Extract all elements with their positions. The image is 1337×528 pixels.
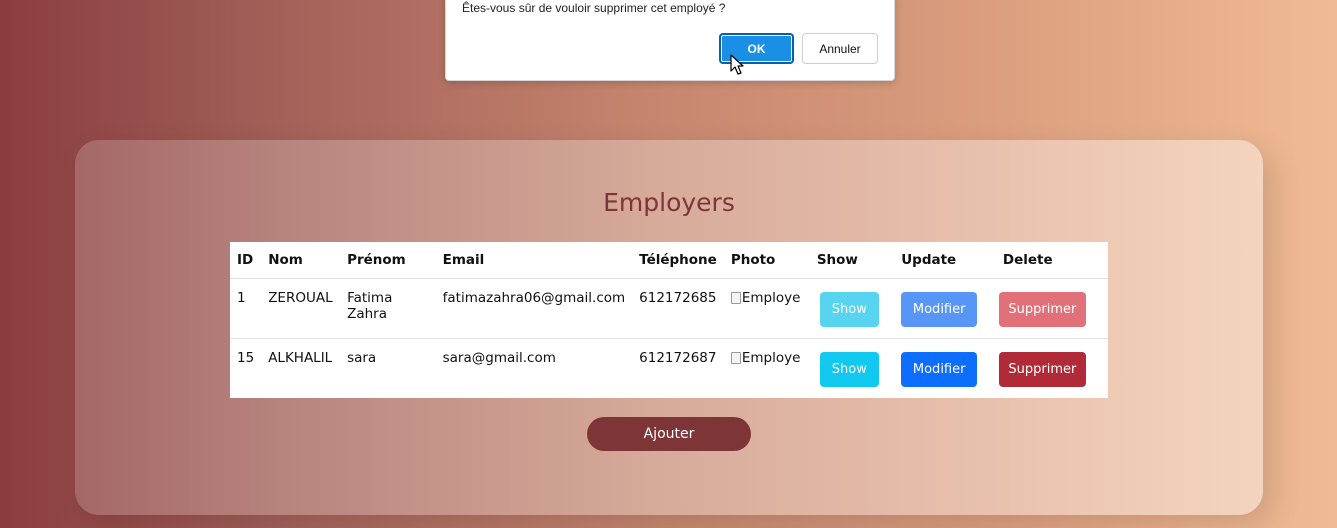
cell-nom: ZEROUAL — [261, 278, 341, 339]
header-update: Update — [894, 242, 996, 279]
cell-update: Modifier — [894, 338, 996, 398]
dialog-message: Êtes-vous sûr de vouloir supprimer cet e… — [462, 1, 726, 15]
cell-delete: Supprimer — [996, 338, 1108, 398]
cell-telephone: 612172687 — [639, 349, 717, 366]
employee-photo: Employe — [730, 289, 803, 306]
table-row: 15 ALKHALIL sara sara@gmail.com 61217268… — [230, 338, 1108, 398]
add-employee-button[interactable]: Ajouter — [587, 417, 751, 451]
confirm-dialog: Êtes-vous sûr de vouloir supprimer cet e… — [445, 0, 895, 81]
cell-show: Show — [809, 278, 895, 339]
cell-id: 15 — [237, 349, 255, 366]
delete-button[interactable]: Supprimer — [998, 291, 1086, 327]
cell-telephone: 612172685 — [632, 278, 724, 339]
header-prenom: Prénom — [340, 242, 436, 279]
header-nom: Nom — [261, 242, 341, 279]
table-row: 1 ZEROUAL Fatima Zahra fatimazahra06@gma… — [230, 278, 1108, 339]
cell-nom: ALKHALIL — [268, 349, 333, 366]
employees-table: ID Nom Prénom Email Téléphone Photo Show… — [230, 242, 1108, 398]
modify-button[interactable]: Modifier — [901, 291, 978, 327]
photo-alt-text: Employe — [741, 349, 801, 366]
mouse-pointer-icon — [730, 54, 744, 75]
header-email: Email — [435, 242, 633, 279]
show-button[interactable]: Show — [819, 291, 879, 327]
modify-button[interactable]: Modifier — [901, 351, 978, 387]
cell-show: Show — [810, 338, 894, 398]
cell-prenom: sara — [347, 349, 377, 366]
cell-delete: Supprimer — [995, 278, 1108, 339]
header-telephone: Téléphone — [632, 242, 724, 279]
cell-email: sara@gmail.com — [442, 349, 556, 366]
page-title: Employers — [603, 188, 735, 217]
broken-image-icon — [730, 351, 741, 364]
cell-update: Modifier — [894, 278, 996, 339]
employee-photo: Employe — [730, 349, 803, 366]
show-button[interactable]: Show — [819, 351, 879, 387]
header-show: Show — [809, 242, 895, 279]
cell-email: fatimazahra06@gmail.com — [435, 278, 633, 339]
header-photo: Photo — [723, 242, 810, 279]
cell-photo: Employe — [724, 338, 810, 398]
header-delete: Delete — [995, 242, 1108, 279]
delete-button[interactable]: Supprimer — [998, 351, 1086, 387]
cell-photo: Employe — [723, 278, 810, 339]
cell-prenom: Fatima Zahra — [340, 278, 436, 339]
cell-id: 1 — [230, 278, 262, 339]
dialog-cancel-button[interactable]: Annuler — [802, 33, 878, 64]
employers-card: Employers ID Nom Prénom Email Téléphone … — [75, 140, 1263, 515]
header-id: ID — [230, 242, 262, 279]
table-header-row: ID Nom Prénom Email Téléphone Photo Show… — [230, 242, 1108, 279]
photo-alt-text: Employe — [741, 289, 801, 306]
broken-image-icon — [730, 291, 741, 304]
